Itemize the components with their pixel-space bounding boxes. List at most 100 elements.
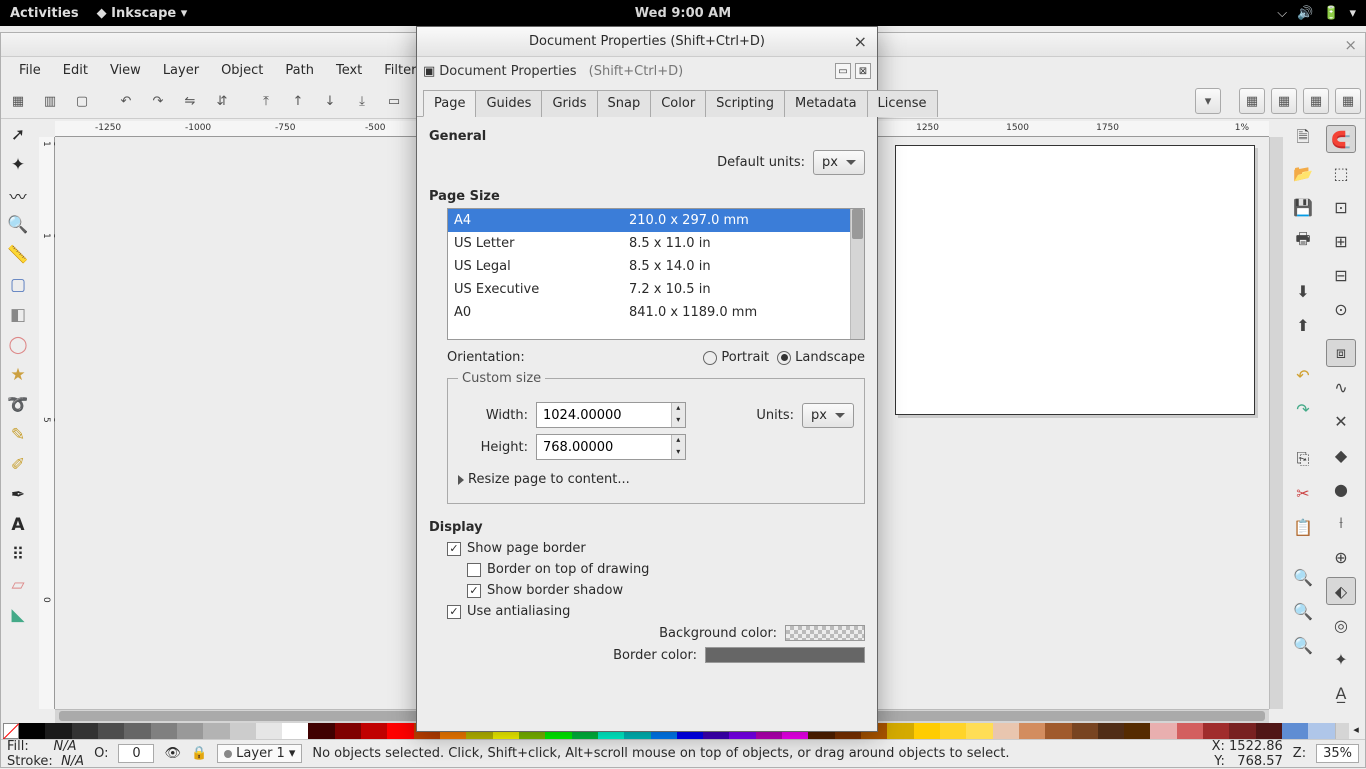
- fill-stroke-indicator[interactable]: Fill: N/A Stroke: N/A: [7, 739, 84, 769]
- select-all-icon[interactable]: ▦: [5, 88, 31, 114]
- bezier-tool-icon[interactable]: ✐: [3, 451, 33, 479]
- dialog-close-icon[interactable]: ×: [854, 32, 867, 51]
- bucket-tool-icon[interactable]: ◣: [3, 601, 33, 629]
- window-close-icon[interactable]: ×: [1344, 36, 1357, 54]
- resize-expander[interactable]: Resize page to content...: [458, 472, 630, 487]
- rect-tool-icon[interactable]: ▢: [3, 271, 33, 299]
- ruler-vertical[interactable]: 100 10 500 0: [39, 137, 55, 709]
- copy-icon[interactable]: ⎘: [1288, 445, 1318, 473]
- pencil-tool-icon[interactable]: ✎: [3, 421, 33, 449]
- tab-snap[interactable]: Snap: [597, 90, 652, 117]
- swatch[interactable]: [1150, 723, 1176, 739]
- star-tool-icon[interactable]: ★: [3, 361, 33, 389]
- new-doc-icon[interactable]: 🗎: [1288, 125, 1318, 153]
- dialog-titlebar[interactable]: Document Properties (Shift+Ctrl+D) ×: [417, 27, 877, 57]
- dock-icon[interactable]: ▣: [423, 64, 435, 79]
- zoom-input[interactable]: 35%: [1316, 744, 1359, 763]
- listbox-scrollbar[interactable]: [850, 209, 864, 339]
- snap-rot-center-icon[interactable]: ✦: [1326, 645, 1356, 673]
- swatch[interactable]: [151, 723, 177, 739]
- swatch[interactable]: [256, 723, 282, 739]
- swatch[interactable]: [1019, 723, 1045, 739]
- snap-midpoint-icon[interactable]: ⊟: [1326, 261, 1356, 289]
- swatch[interactable]: [993, 723, 1019, 739]
- swatch[interactable]: [914, 723, 940, 739]
- swatch[interactable]: [361, 723, 387, 739]
- snap-btn-4[interactable]: ▦: [1335, 88, 1361, 114]
- snap-corner-icon[interactable]: ⊞: [1326, 227, 1356, 255]
- snap-intersect-icon[interactable]: ✕: [1326, 407, 1356, 435]
- swatch[interactable]: [98, 723, 124, 739]
- snap-obj-center-icon[interactable]: ◎: [1326, 611, 1356, 639]
- snap-nodes-icon[interactable]: ⧈: [1326, 339, 1356, 367]
- border-color-chip[interactable]: [705, 647, 865, 663]
- measure-tool-icon[interactable]: 📏: [3, 241, 33, 269]
- paste-icon[interactable]: 📋: [1288, 513, 1318, 541]
- swatch[interactable]: [1229, 723, 1255, 739]
- snap-smooth-icon[interactable]: ●: [1326, 475, 1356, 503]
- lower-bottom-icon[interactable]: ⤓: [349, 88, 375, 114]
- selector-tool-icon[interactable]: ➚: [3, 121, 33, 149]
- raise-top-icon[interactable]: ⤒: [253, 88, 279, 114]
- activities-button[interactable]: Activities: [10, 6, 79, 21]
- portrait-radio[interactable]: Portrait: [703, 350, 769, 365]
- swatch[interactable]: [308, 723, 334, 739]
- ellipse-tool-icon[interactable]: ◯: [3, 331, 33, 359]
- redo-icon[interactable]: ↷: [1288, 395, 1318, 423]
- swatch[interactable]: [124, 723, 150, 739]
- open-icon[interactable]: 📂: [1288, 159, 1318, 187]
- bg-color-chip[interactable]: [785, 625, 865, 641]
- snap-cusp-icon[interactable]: ◆: [1326, 441, 1356, 469]
- flip-h-icon[interactable]: ⇋: [177, 88, 203, 114]
- border-top-check[interactable]: Border on top of drawing: [467, 562, 649, 577]
- cut-icon[interactable]: ✂: [1288, 479, 1318, 507]
- volume-icon[interactable]: 🔊: [1297, 6, 1313, 21]
- swatch[interactable]: [966, 723, 992, 739]
- snap-btn-1[interactable]: ▦: [1239, 88, 1265, 114]
- close-panel-icon[interactable]: ⊠: [855, 63, 871, 79]
- palette-scroll[interactable]: [1335, 723, 1349, 739]
- page-size-list[interactable]: A4210.0 x 297.0 mm US Letter8.5 x 11.0 i…: [447, 208, 865, 340]
- swatch[interactable]: [1282, 723, 1308, 739]
- import-icon[interactable]: ⬇: [1288, 277, 1318, 305]
- swatch[interactable]: [72, 723, 98, 739]
- node-tool-icon[interactable]: ✦: [3, 151, 33, 179]
- toolbar-dropdown-icon[interactable]: ▾: [1195, 88, 1221, 114]
- snap-bbox-icon[interactable]: ⬚: [1326, 159, 1356, 187]
- swatch[interactable]: [335, 723, 361, 739]
- undo-icon[interactable]: ↶: [1288, 361, 1318, 389]
- show-border-check[interactable]: ✓Show page border: [447, 541, 586, 556]
- tab-license[interactable]: License: [867, 90, 938, 117]
- zoom-sel-icon[interactable]: 🔍: [1288, 563, 1318, 591]
- swatch[interactable]: [1045, 723, 1071, 739]
- layer-lock-icon[interactable]: 🔒: [191, 746, 207, 761]
- calligraphy-tool-icon[interactable]: ✒: [3, 481, 33, 509]
- menu-file[interactable]: File: [9, 59, 51, 82]
- snap-others-icon[interactable]: ⬖: [1326, 577, 1356, 605]
- tab-grids[interactable]: Grids: [541, 90, 597, 117]
- spray-tool-icon[interactable]: ⠿: [3, 541, 33, 569]
- height-input[interactable]: ▴▾: [536, 434, 686, 460]
- swatch[interactable]: [387, 723, 413, 739]
- opacity-spin[interactable]: 0: [118, 744, 154, 763]
- btn-a[interactable]: ▭: [381, 88, 407, 114]
- swatch[interactable]: [1124, 723, 1150, 739]
- swatch-none[interactable]: [3, 723, 19, 739]
- snap-toggle-icon[interactable]: 🧲: [1326, 125, 1356, 153]
- swatch[interactable]: [1072, 723, 1098, 739]
- snap-line-mid-icon[interactable]: ⟊: [1326, 509, 1356, 537]
- swatch[interactable]: [45, 723, 71, 739]
- swatch[interactable]: [177, 723, 203, 739]
- tab-color[interactable]: Color: [650, 90, 706, 117]
- units-select[interactable]: px: [802, 403, 854, 428]
- tweak-tool-icon[interactable]: 〰: [3, 181, 33, 209]
- swatch[interactable]: [887, 723, 913, 739]
- swatch[interactable]: [1177, 723, 1203, 739]
- network-icon[interactable]: ⌵: [1277, 6, 1287, 21]
- snap-text-icon[interactable]: A̲: [1326, 679, 1356, 707]
- print-icon[interactable]: 🖶: [1288, 227, 1318, 255]
- snap-center-icon[interactable]: ⊙: [1326, 295, 1356, 323]
- tab-metadata[interactable]: Metadata: [784, 90, 868, 117]
- antialias-check[interactable]: ✓Use antialiasing: [447, 604, 570, 619]
- zoom-draw-icon[interactable]: 🔍: [1288, 597, 1318, 625]
